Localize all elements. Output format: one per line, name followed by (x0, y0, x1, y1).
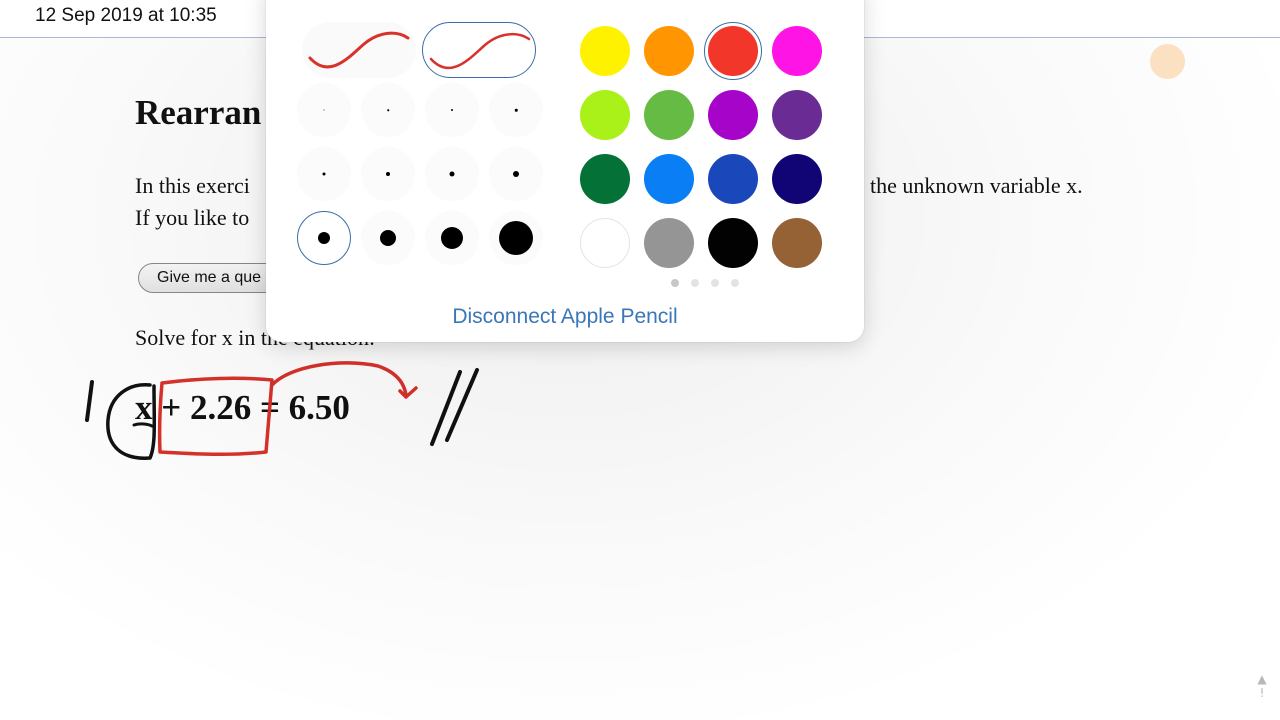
scroll-handle-icon: ! (1259, 686, 1265, 700)
size-dot-icon (449, 171, 455, 177)
color-swatch-royal-blue[interactable] (708, 154, 758, 204)
size-dot-icon (323, 109, 325, 111)
stroke-wave-icon (429, 32, 531, 70)
scroll-indicator[interactable]: ▲ ! (1252, 672, 1272, 712)
stroke-size-option[interactable] (425, 211, 479, 265)
ink-arrow-head (398, 386, 418, 399)
stroke-size-option[interactable] (425, 83, 479, 137)
color-swatch-navy[interactable] (772, 154, 822, 204)
size-dot-icon (318, 232, 330, 244)
page-dot[interactable] (711, 279, 719, 287)
page-dot[interactable] (731, 279, 739, 287)
stroke-size-option[interactable] (361, 147, 415, 201)
stroke-size-option[interactable] (361, 211, 415, 265)
pencil-tool-popover: Disconnect Apple Pencil (266, 0, 864, 342)
color-swatch-violet[interactable] (772, 90, 822, 140)
size-dot-icon (514, 108, 518, 112)
size-dot-icon (380, 230, 396, 246)
color-swatch-sky-blue[interactable] (644, 154, 694, 204)
color-swatch-magenta[interactable] (772, 26, 822, 76)
intro-line-1-end: the unknown variable x. (870, 173, 1083, 198)
ink-tick-mark (85, 380, 94, 422)
header-date: 12 Sep 2019 at 10:35 (35, 5, 217, 26)
size-dot-icon (322, 172, 326, 176)
stroke-size-option[interactable] (425, 147, 479, 201)
color-swatch-dark-green[interactable] (580, 154, 630, 204)
size-dot-icon (441, 227, 463, 249)
stroke-size-option[interactable] (489, 83, 543, 137)
stroke-wave-icon (308, 31, 410, 69)
color-swatch-black[interactable] (708, 218, 758, 268)
stroke-size-option[interactable] (297, 211, 351, 265)
color-swatch-brown[interactable] (772, 218, 822, 268)
color-swatch-green[interactable] (644, 90, 694, 140)
intro-line-2: If you like to (135, 205, 250, 230)
stroke-size-option[interactable] (297, 83, 351, 137)
page-dot[interactable] (671, 279, 679, 287)
color-swatch-white[interactable] (580, 218, 630, 268)
ink-slash-2 (445, 368, 479, 442)
color-swatch-purple[interactable] (708, 90, 758, 140)
size-dot-icon (386, 172, 390, 176)
color-swatch-gray[interactable] (644, 218, 694, 268)
stroke-size-option[interactable] (489, 211, 543, 265)
ink-slash-1 (430, 370, 462, 446)
page-title: Rearran (135, 93, 262, 132)
equation: x + 2.26 = 6.50 (135, 388, 350, 427)
color-swatch-orange[interactable] (644, 26, 694, 76)
disconnect-pencil-button[interactable]: Disconnect Apple Pencil (266, 305, 864, 329)
size-dot-icon (499, 221, 533, 255)
stroke-style-tapered-red-button[interactable] (422, 22, 536, 78)
scroll-up-icon: ▲ (1257, 672, 1267, 686)
size-dot-icon (513, 171, 519, 177)
stroke-size-option[interactable] (489, 147, 543, 201)
color-swatch-lime[interactable] (580, 90, 630, 140)
stroke-style-thin-red-button[interactable] (302, 22, 416, 78)
intro-line-1: In this exerci (135, 173, 250, 198)
page-dot[interactable] (691, 279, 699, 287)
notes-canvas[interactable]: 12 Sep 2019 at 10:35 Rearran In this exe… (0, 0, 1280, 720)
size-dot-icon (387, 109, 389, 111)
size-dot-icon (451, 109, 453, 111)
color-swatch-yellow[interactable] (580, 26, 630, 76)
stroke-size-option[interactable] (297, 147, 351, 201)
pencil-hover-indicator (1150, 44, 1185, 79)
color-swatch-red[interactable] (708, 26, 758, 76)
stroke-size-option[interactable] (361, 83, 415, 137)
